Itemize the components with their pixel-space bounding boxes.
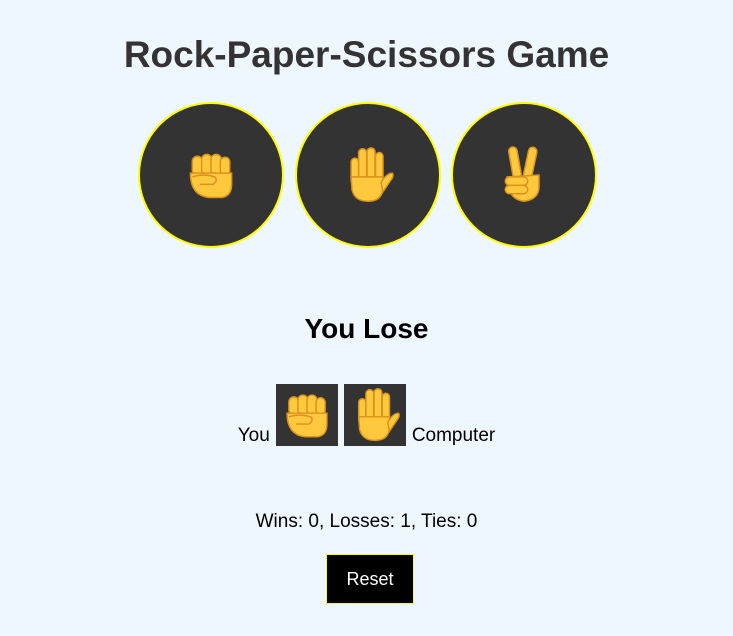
computer-label: Computer [411,425,496,446]
choice-buttons [138,102,602,252]
rock-button[interactable] [138,102,284,248]
scissors-button[interactable] [451,102,597,248]
raised-hand-emoji-icon [350,147,394,203]
raised-hand-emoji-icon [357,387,400,442]
paper-button[interactable] [295,102,441,248]
reset-button[interactable]: Reset [326,554,414,604]
computer-pick [343,384,406,446]
you-pick [275,384,338,446]
victory-hand-emoji-icon [504,146,540,203]
you-label: You [237,425,270,446]
fist-emoji-icon [189,153,233,199]
page-title: Rock-Paper-Scissors Game [123,34,610,75]
matchup: You Computer [0,380,733,446]
score-text: Wins: 0, Losses: 1, Ties: 0 [255,511,478,532]
result-text: You Lose [304,313,429,344]
fist-emoji-icon [286,394,328,438]
